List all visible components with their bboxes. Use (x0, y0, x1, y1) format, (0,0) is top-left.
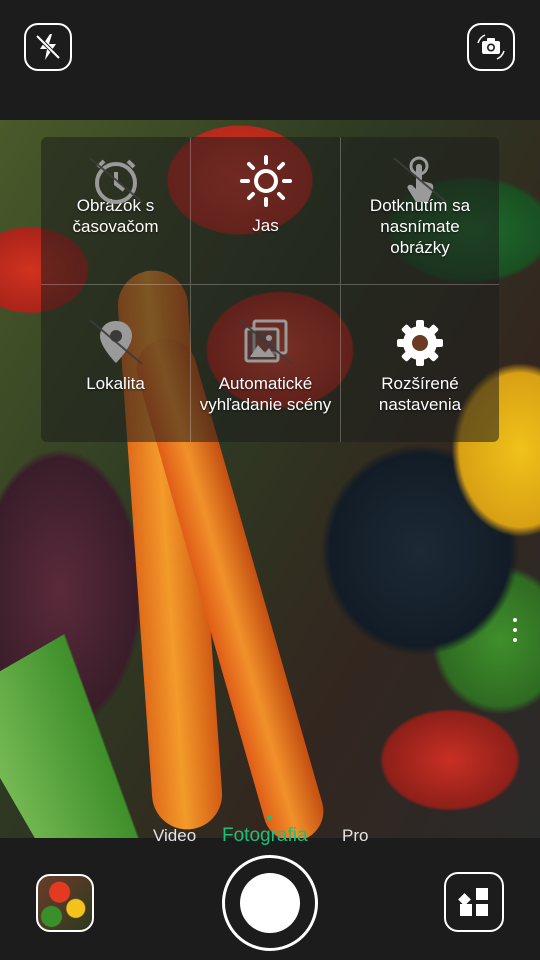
location-icon (88, 315, 144, 371)
selected-mode-indicator (267, 815, 272, 820)
touch-capture-setting[interactable]: Dotknutím sa nasnímate obrázky (341, 137, 499, 285)
mode-selector: Video Fotografia Pro (0, 815, 540, 858)
mode-pro[interactable]: Pro (342, 826, 368, 846)
top-bar (0, 0, 540, 120)
flash-toggle-button[interactable] (24, 23, 72, 71)
switch-camera-button[interactable] (467, 23, 515, 71)
location-setting[interactable]: Lokalita (41, 285, 191, 442)
advanced-settings[interactable]: Rozšírené nastavenia (341, 285, 499, 442)
touch-capture-icon (392, 153, 448, 209)
switch-camera-icon (477, 34, 505, 60)
shutter-button[interactable] (222, 855, 318, 951)
brightness-setting[interactable]: Jas (191, 137, 341, 285)
advanced-settings-label: Rozšírené nastavenia (378, 374, 462, 414)
scene-detect-setting[interactable]: Automatické vyhľadanie scény (191, 285, 341, 442)
brightness-icon (238, 153, 294, 209)
gallery-thumbnail[interactable] (36, 874, 94, 932)
timer-setting[interactable]: Obrázok s časovačom (41, 137, 191, 285)
mode-photo[interactable]: Fotografia (222, 825, 308, 847)
settings-panel: Obrázok s časovačom Jas Dotknutím sa nas… (41, 137, 499, 442)
grid-icon (458, 888, 488, 916)
location-setting-label: Lokalita (86, 374, 145, 393)
more-options-icon[interactable] (508, 618, 522, 648)
mode-video[interactable]: Video (153, 826, 196, 846)
scene-detect-icon (238, 315, 294, 371)
mode-grid-button[interactable] (444, 872, 504, 932)
timer-icon (88, 153, 144, 209)
gear-icon (392, 315, 448, 371)
brightness-setting-label: Jas (252, 216, 279, 235)
shutter-icon (240, 873, 300, 933)
scene-detect-setting-label: Automatické vyhľadanie scény (199, 374, 332, 414)
flash-off-icon (35, 34, 61, 60)
